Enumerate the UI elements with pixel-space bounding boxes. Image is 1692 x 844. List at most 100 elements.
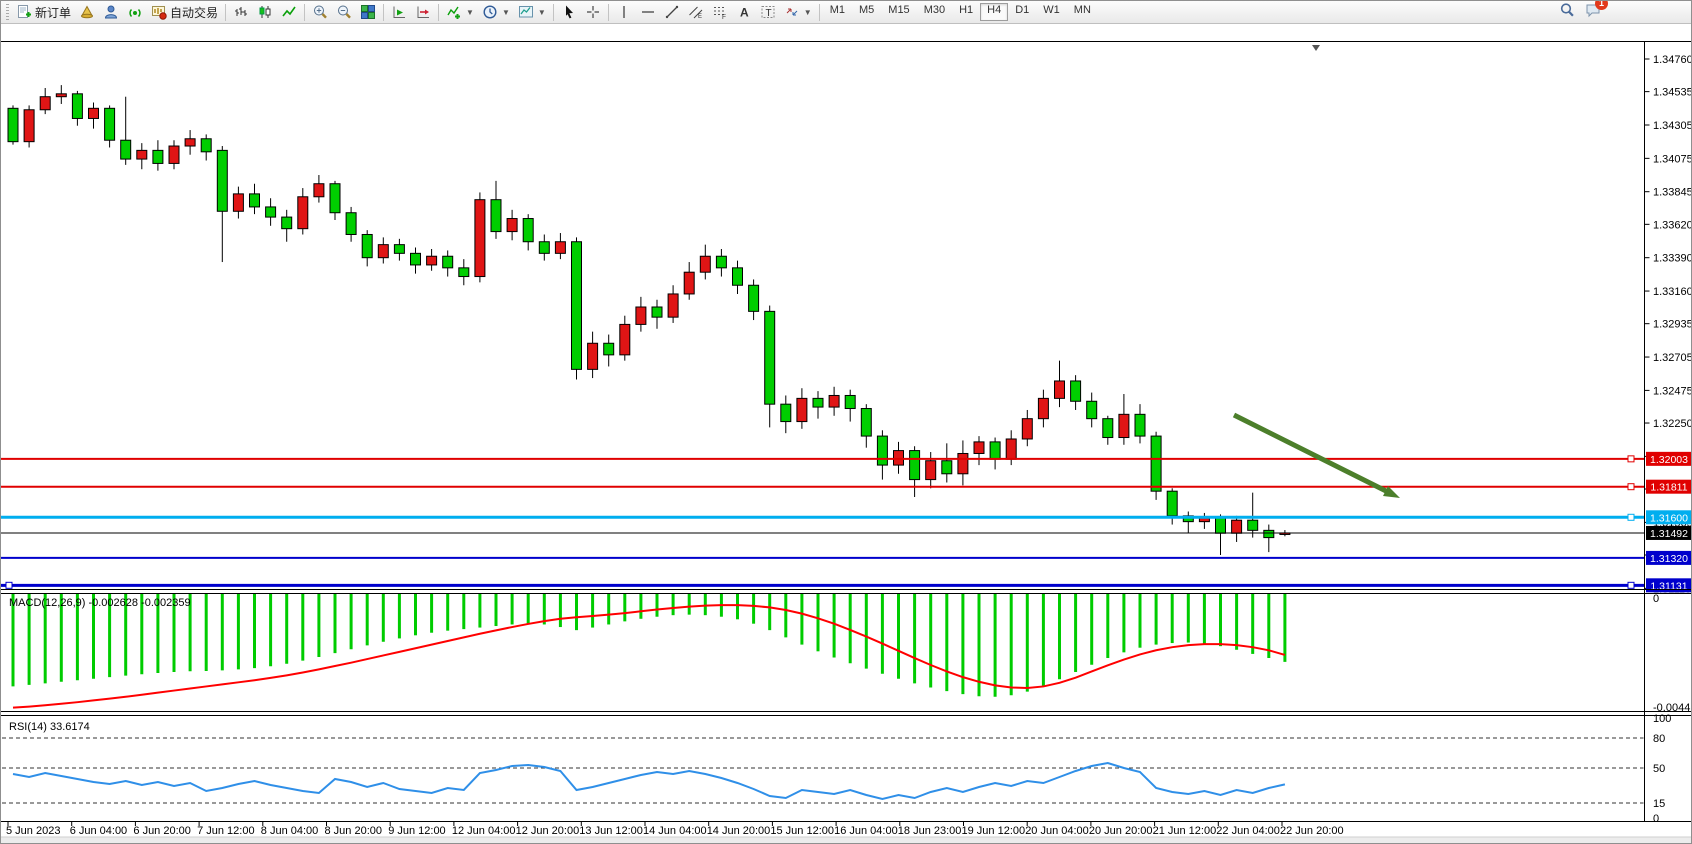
- dropdown-arrow-icon[interactable]: ▼: [466, 8, 474, 17]
- linechart-icon: [281, 4, 297, 20]
- svg-text:7 Jun 12:00: 7 Jun 12:00: [197, 825, 255, 837]
- svg-text:1.34305: 1.34305: [1653, 120, 1692, 132]
- svg-text:20 Jun 20:00: 20 Jun 20:00: [1089, 825, 1153, 837]
- toolbar-separator: [304, 4, 305, 21]
- signal-icon: [127, 4, 143, 20]
- svg-text:E: E: [698, 14, 702, 20]
- zoom-in-button[interactable]: [308, 2, 332, 22]
- person-icon: [103, 4, 119, 20]
- main-toolbar: 新订单 自动交易 ▼ ▼ ▼ E F A T ▼ M1M5M15M30H1H4D1W1MN 1: [1, 1, 1692, 24]
- dropdown-arrow-icon[interactable]: ▼: [502, 8, 510, 17]
- search-icon[interactable]: [1559, 2, 1575, 23]
- svg-text:1.32935: 1.32935: [1653, 319, 1692, 331]
- macd-label: MACD(12,26,9) -0.002628 -0.002359: [9, 597, 191, 609]
- zoom-out-button[interactable]: [332, 2, 356, 22]
- svg-text:14 Jun 04:00: 14 Jun 04:00: [643, 825, 707, 837]
- timeframe-button-m1[interactable]: M1: [823, 3, 852, 21]
- text-button[interactable]: A: [732, 2, 756, 22]
- fibonacci-button[interactable]: F: [708, 2, 732, 22]
- textA-icon: A: [736, 4, 752, 20]
- svg-text:1.33845: 1.33845: [1653, 187, 1692, 199]
- toolbar-separator: [819, 4, 820, 21]
- chart-shift-button[interactable]: [411, 2, 435, 22]
- dropdown-arrow-icon[interactable]: ▼: [804, 8, 812, 17]
- svg-text:T: T: [765, 8, 771, 19]
- autoscroll-icon: [391, 4, 407, 20]
- shapes-button[interactable]: ▼: [780, 2, 816, 22]
- trendline-button[interactable]: [660, 2, 684, 22]
- notifications-button[interactable]: 1: [1585, 2, 1601, 23]
- cursor-button[interactable]: [557, 2, 581, 22]
- svg-text:80: 80: [1653, 733, 1665, 745]
- svg-text:12 Jun 20:00: 12 Jun 20:00: [516, 825, 580, 837]
- svg-text:13 Jun 12:00: 13 Jun 12:00: [579, 825, 643, 837]
- fibo-icon: F: [712, 4, 728, 20]
- svg-text:21 Jun 12:00: 21 Jun 12:00: [1153, 825, 1217, 837]
- indicators-button[interactable]: ▼: [442, 2, 478, 22]
- svg-text:A: A: [740, 6, 749, 20]
- toolbar-separator: [438, 4, 439, 21]
- hline-button[interactable]: [636, 2, 660, 22]
- vline-button[interactable]: [612, 2, 636, 22]
- bar-chart-button[interactable]: [229, 2, 253, 22]
- label-button[interactable]: T: [756, 2, 780, 22]
- svg-text:22 Jun 20:00: 22 Jun 20:00: [1280, 825, 1344, 837]
- svg-text:F: F: [722, 14, 726, 20]
- bars-icon: [233, 4, 249, 20]
- svg-text:1.33390: 1.33390: [1653, 253, 1692, 265]
- line-chart-button[interactable]: [277, 2, 301, 22]
- notification-count-badge: 1: [1595, 0, 1608, 10]
- svg-text:1.32003: 1.32003: [1650, 454, 1688, 466]
- svg-text:20 Jun 04:00: 20 Jun 04:00: [1025, 825, 1089, 837]
- svg-text:1.31811: 1.31811: [1650, 482, 1687, 494]
- autoscroll-button[interactable]: [387, 2, 411, 22]
- indicator-icon: [446, 4, 462, 20]
- templates-button[interactable]: ▼: [514, 2, 550, 22]
- svg-text:0: 0: [1653, 593, 1659, 605]
- svg-text:50: 50: [1653, 763, 1665, 775]
- styler-button[interactable]: [75, 2, 99, 22]
- autotrade-button[interactable]: 自动交易: [147, 2, 222, 22]
- signals-button[interactable]: [123, 2, 147, 22]
- tile-windows-button[interactable]: [356, 2, 380, 22]
- periods-button[interactable]: ▼: [478, 2, 514, 22]
- svg-text:1.33620: 1.33620: [1653, 219, 1692, 231]
- svg-text:8 Jun 04:00: 8 Jun 04:00: [261, 825, 319, 837]
- timeframe-button-h1[interactable]: H1: [952, 3, 980, 21]
- svg-text:1.34760: 1.34760: [1653, 54, 1692, 66]
- toolbar-separator: [608, 4, 609, 21]
- channel-icon: E: [688, 4, 704, 20]
- svg-text:19 Jun 12:00: 19 Jun 12:00: [962, 825, 1026, 837]
- timeframe-button-m30[interactable]: M30: [917, 3, 952, 21]
- timeframe-button-h4[interactable]: H4: [980, 3, 1008, 21]
- svg-text:1.31492: 1.31492: [1650, 528, 1688, 540]
- profile-button[interactable]: [99, 2, 123, 22]
- hline-icon: [640, 4, 656, 20]
- cone-icon: [79, 4, 95, 20]
- crosshair-button[interactable]: [581, 2, 605, 22]
- svg-text:1.31600: 1.31600: [1650, 512, 1688, 524]
- svg-text:22 Jun 04:00: 22 Jun 04:00: [1216, 825, 1280, 837]
- dropdown-arrow-icon[interactable]: ▼: [538, 8, 546, 17]
- clock-icon: [482, 4, 498, 20]
- toolbar-separator: [553, 4, 554, 21]
- toolbar-separator: [383, 4, 384, 21]
- candle-chart-button[interactable]: [253, 2, 277, 22]
- timeframe-button-m5[interactable]: M5: [852, 3, 881, 21]
- chart-canvas[interactable]: 1.347601.345351.343051.340751.338451.336…: [1, 25, 1692, 844]
- channel-button[interactable]: E: [684, 2, 708, 22]
- trend-icon: [664, 4, 680, 20]
- svg-text:1.34535: 1.34535: [1653, 87, 1692, 99]
- timeframe-button-d1[interactable]: D1: [1008, 3, 1036, 21]
- zoom-in-icon: [312, 4, 328, 20]
- toolbar-separator: [225, 4, 226, 21]
- timeframe-button-w1[interactable]: W1: [1036, 3, 1067, 21]
- new-order-button[interactable]: 新订单: [12, 2, 75, 22]
- svg-text:16 Jun 04:00: 16 Jun 04:00: [834, 825, 898, 837]
- timeframe-button-m15[interactable]: M15: [881, 3, 916, 21]
- doc-plus-icon: [16, 4, 32, 20]
- cursor-icon: [561, 4, 577, 20]
- timeframe-button-mn[interactable]: MN: [1067, 3, 1098, 21]
- svg-text:0: 0: [1653, 813, 1659, 825]
- zoom-out-icon: [336, 4, 352, 20]
